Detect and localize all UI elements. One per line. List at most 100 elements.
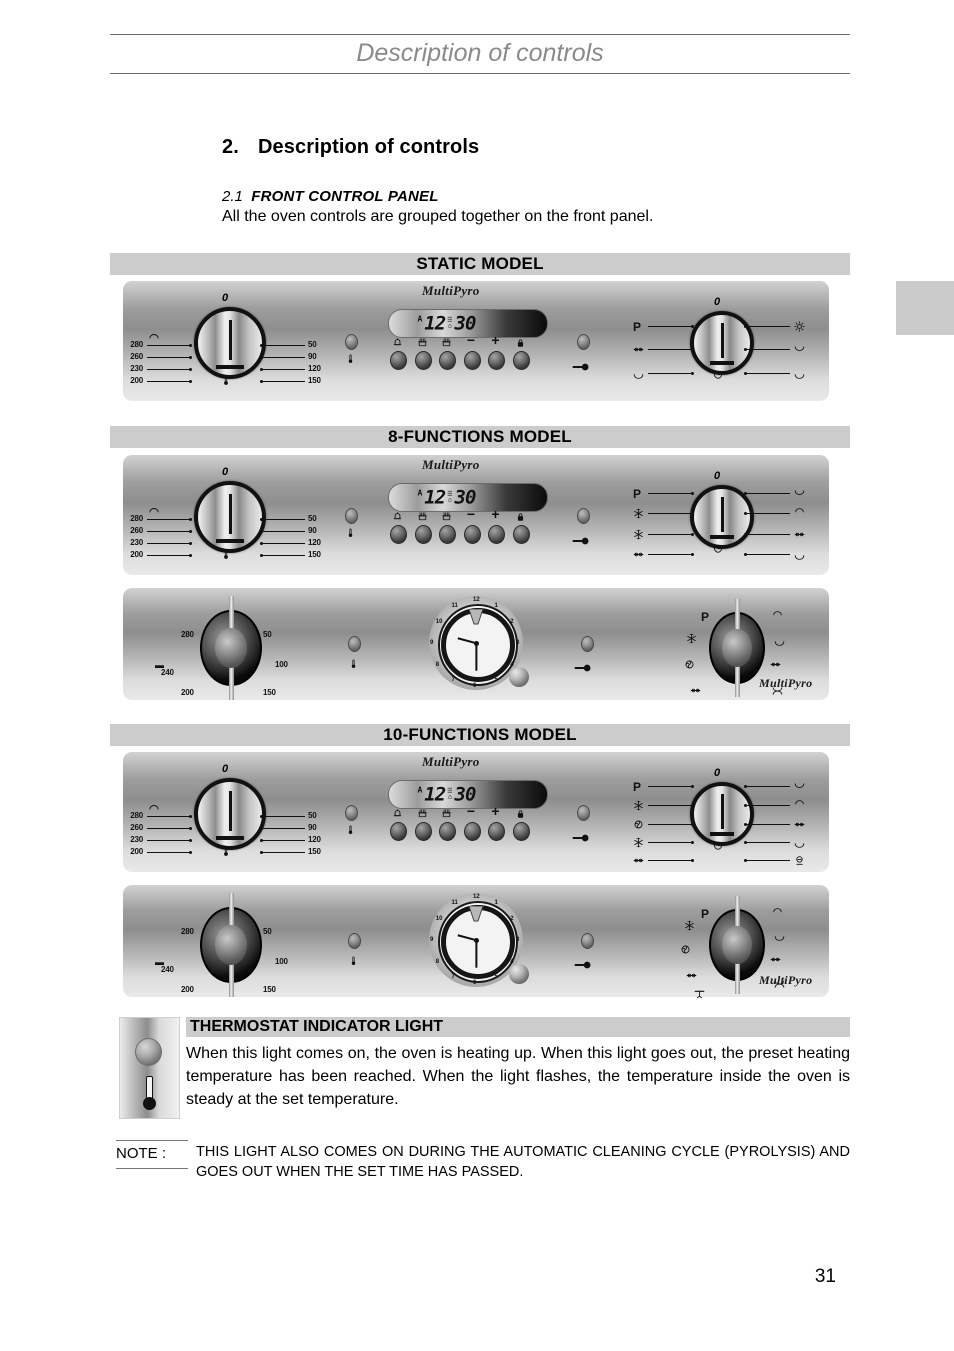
button-icon-lock <box>512 336 529 349</box>
end-time-button[interactable] <box>439 822 456 841</box>
clock-setting-knob[interactable] <box>508 963 529 984</box>
power-icon <box>711 542 725 556</box>
pot-end-icon <box>442 512 451 521</box>
bell-icon <box>393 809 402 817</box>
dial-tick-line <box>261 852 305 853</box>
dial-tick-dot <box>691 492 694 495</box>
dial-scale-label: 150 <box>308 847 321 856</box>
knob-pointer-base <box>709 535 735 540</box>
dial-tick-line <box>745 824 790 825</box>
button-icon-lock <box>512 807 529 820</box>
ten-functions-analog-panel: 280 240 200 50 100 150 ▬ 12 1 2 3 4 5 6 7 8 9 10 11 P MultiP… <box>123 885 829 1000</box>
end-time-button[interactable] <box>439 351 456 370</box>
dial-function-bottom-heat <box>773 634 786 647</box>
dial-scale-label: 120 <box>308 364 321 373</box>
display-auto-indicator: A <box>417 314 423 324</box>
plus-button[interactable] <box>488 822 505 841</box>
display-auto-indicator: A <box>417 488 423 498</box>
thermometer-icon <box>220 374 232 390</box>
button-icon-bell <box>389 807 406 820</box>
dial-function-bottom-heat <box>773 929 786 942</box>
dial-function-turnspit <box>693 987 706 1000</box>
button-icon-lock <box>512 510 529 523</box>
brand-logo: MultiPyro <box>422 283 480 298</box>
minus-button[interactable] <box>463 351 481 370</box>
knob-zero-mark: 0 <box>222 466 229 478</box>
button-icon-bell <box>389 336 406 349</box>
grill-turnspit-icon <box>770 662 781 667</box>
dial-tick-line <box>261 816 305 817</box>
dial-function-defrost <box>632 799 645 812</box>
dial-function-fan-bottom <box>632 528 645 541</box>
dial-tick-line <box>648 824 693 825</box>
clock-number: 6 <box>473 980 477 986</box>
dial-function-grill-turnspit <box>769 658 782 671</box>
control-knob[interactable] <box>709 896 765 994</box>
control-knob[interactable] <box>709 599 765 697</box>
button-icon-pot-time <box>414 510 431 523</box>
end-time-button[interactable] <box>439 525 456 544</box>
dial-scale-label: 200 <box>130 550 143 559</box>
lock-button[interactable] <box>512 351 530 370</box>
thermometer-icon <box>345 824 356 839</box>
arrow-up-scale-icon <box>149 805 159 810</box>
lock-button[interactable] <box>512 822 530 841</box>
timer-bell-button[interactable] <box>390 351 407 370</box>
dial-tick-line <box>745 534 790 535</box>
clock-number: 8 <box>435 958 440 965</box>
control-knob[interactable] <box>194 778 266 850</box>
timer-bell-button[interactable] <box>390 822 407 841</box>
dial-tick-dot <box>691 841 694 844</box>
function-indicator-lamp <box>581 636 594 652</box>
dial-scale-label: 150 <box>263 985 276 994</box>
button-icon-plus: + <box>491 332 500 348</box>
knob-pointer <box>228 493 232 534</box>
control-knob[interactable] <box>200 893 262 997</box>
bottom-heat-icon <box>774 641 785 646</box>
control-knob[interactable] <box>194 307 266 379</box>
minus-button[interactable] <box>463 822 481 841</box>
dial-tick-line <box>261 543 305 544</box>
scale-max-icon <box>147 802 161 812</box>
note-text: THIS LIGHT ALSO COMES ON DURING THE AUTO… <box>196 1144 850 1180</box>
dial-tick-dot <box>189 356 192 359</box>
cooking-time-button[interactable] <box>414 525 432 544</box>
plus-button[interactable] <box>488 351 505 370</box>
plus-button[interactable] <box>488 525 505 544</box>
fan-icon <box>685 660 694 669</box>
thermometer-icon <box>351 956 356 965</box>
clock-setting-knob[interactable] <box>508 666 529 687</box>
control-knob[interactable] <box>200 596 262 700</box>
timer-bell-button[interactable] <box>390 525 407 544</box>
dial-tick-line <box>147 840 191 841</box>
page-number: 31 <box>814 1266 836 1287</box>
dial-scale-label: 120 <box>308 835 321 844</box>
time-display-value: A 12 ☰ ⌂ 30 <box>417 486 476 508</box>
fan-icon <box>634 820 643 829</box>
lock-button[interactable] <box>512 525 530 544</box>
control-knob[interactable] <box>690 311 754 375</box>
knob-inner <box>214 924 248 966</box>
cooking-time-button[interactable] <box>414 351 432 370</box>
button-icon-minus: − <box>466 803 476 819</box>
dial-tick-dot <box>744 804 747 807</box>
thermostat-indicator-lamp <box>348 636 361 652</box>
knob-pointer-base <box>709 361 735 366</box>
clock-number: 11 <box>451 602 458 609</box>
control-knob[interactable] <box>690 782 754 846</box>
clock-number: 12 <box>473 894 480 900</box>
thermostat-indicator-lamp <box>345 334 358 350</box>
dial-scale-label: 90 <box>308 526 317 535</box>
arrow-up-scale-icon <box>149 508 159 513</box>
bottom-heat-icon <box>794 843 805 848</box>
dial-scale-label: 120 <box>308 538 321 547</box>
knob-zero-mark: 0 <box>714 296 721 308</box>
minus-button[interactable] <box>463 525 481 544</box>
control-knob[interactable] <box>194 481 266 553</box>
dial-function-convection <box>793 780 806 793</box>
button-icon-pot-end <box>438 510 455 523</box>
dial-tick-dot <box>260 380 263 383</box>
dial-function-bottom-only <box>793 367 806 380</box>
cooking-time-button[interactable] <box>414 822 432 841</box>
dial-tick-dot <box>260 344 263 347</box>
